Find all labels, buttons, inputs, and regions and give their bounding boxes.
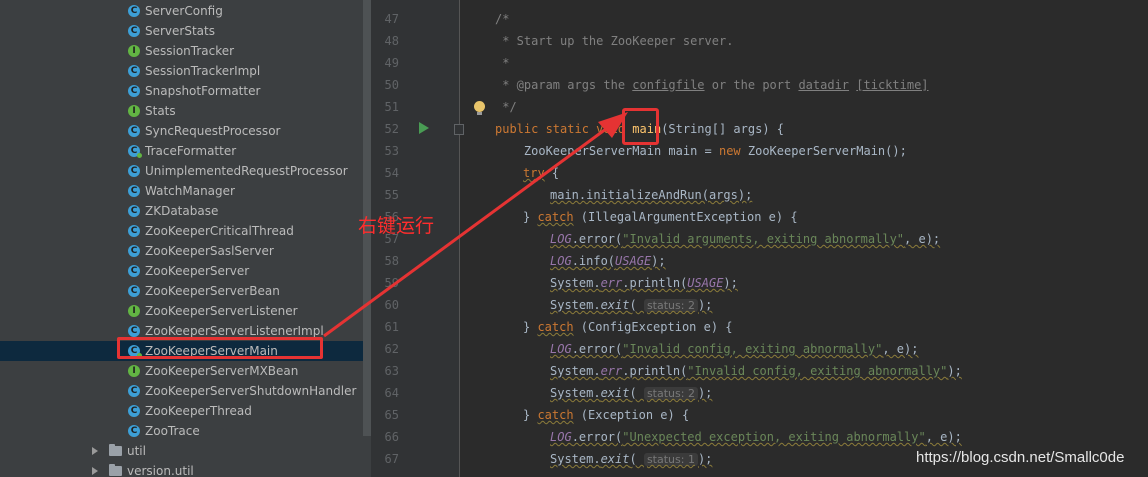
annotation-callout: 右键运行 xyxy=(358,215,435,237)
watermark: https://blog.csdn.net/Smallc0de xyxy=(916,449,1125,466)
annotation-arrow xyxy=(323,112,628,338)
